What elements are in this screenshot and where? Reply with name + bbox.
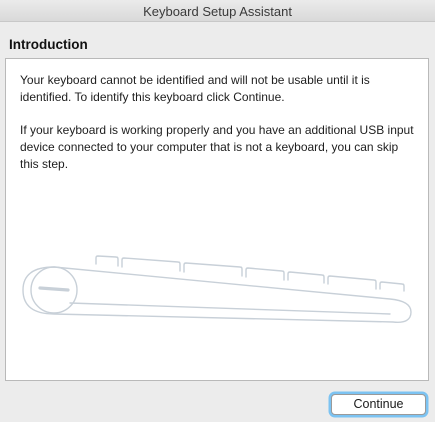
title-bar[interactable]: Keyboard Setup Assistant	[0, 0, 435, 22]
keyboard-outline-icon	[22, 255, 412, 323]
page-heading: Introduction	[9, 37, 88, 52]
instruction-paragraph: Your keyboard cannot be identified and w…	[20, 73, 370, 104]
skip-step-paragraph: If your keyboard is working properly and…	[20, 123, 414, 171]
window-title: Keyboard Setup Assistant	[143, 4, 292, 19]
keyboard-illustration	[18, 254, 418, 389]
continue-button[interactable]: Continue	[331, 394, 426, 415]
keyboard-setup-assistant-window: Keyboard Setup Assistant Introduction Yo…	[0, 0, 435, 422]
content-panel: Your keyboard cannot be identified and w…	[5, 58, 429, 381]
